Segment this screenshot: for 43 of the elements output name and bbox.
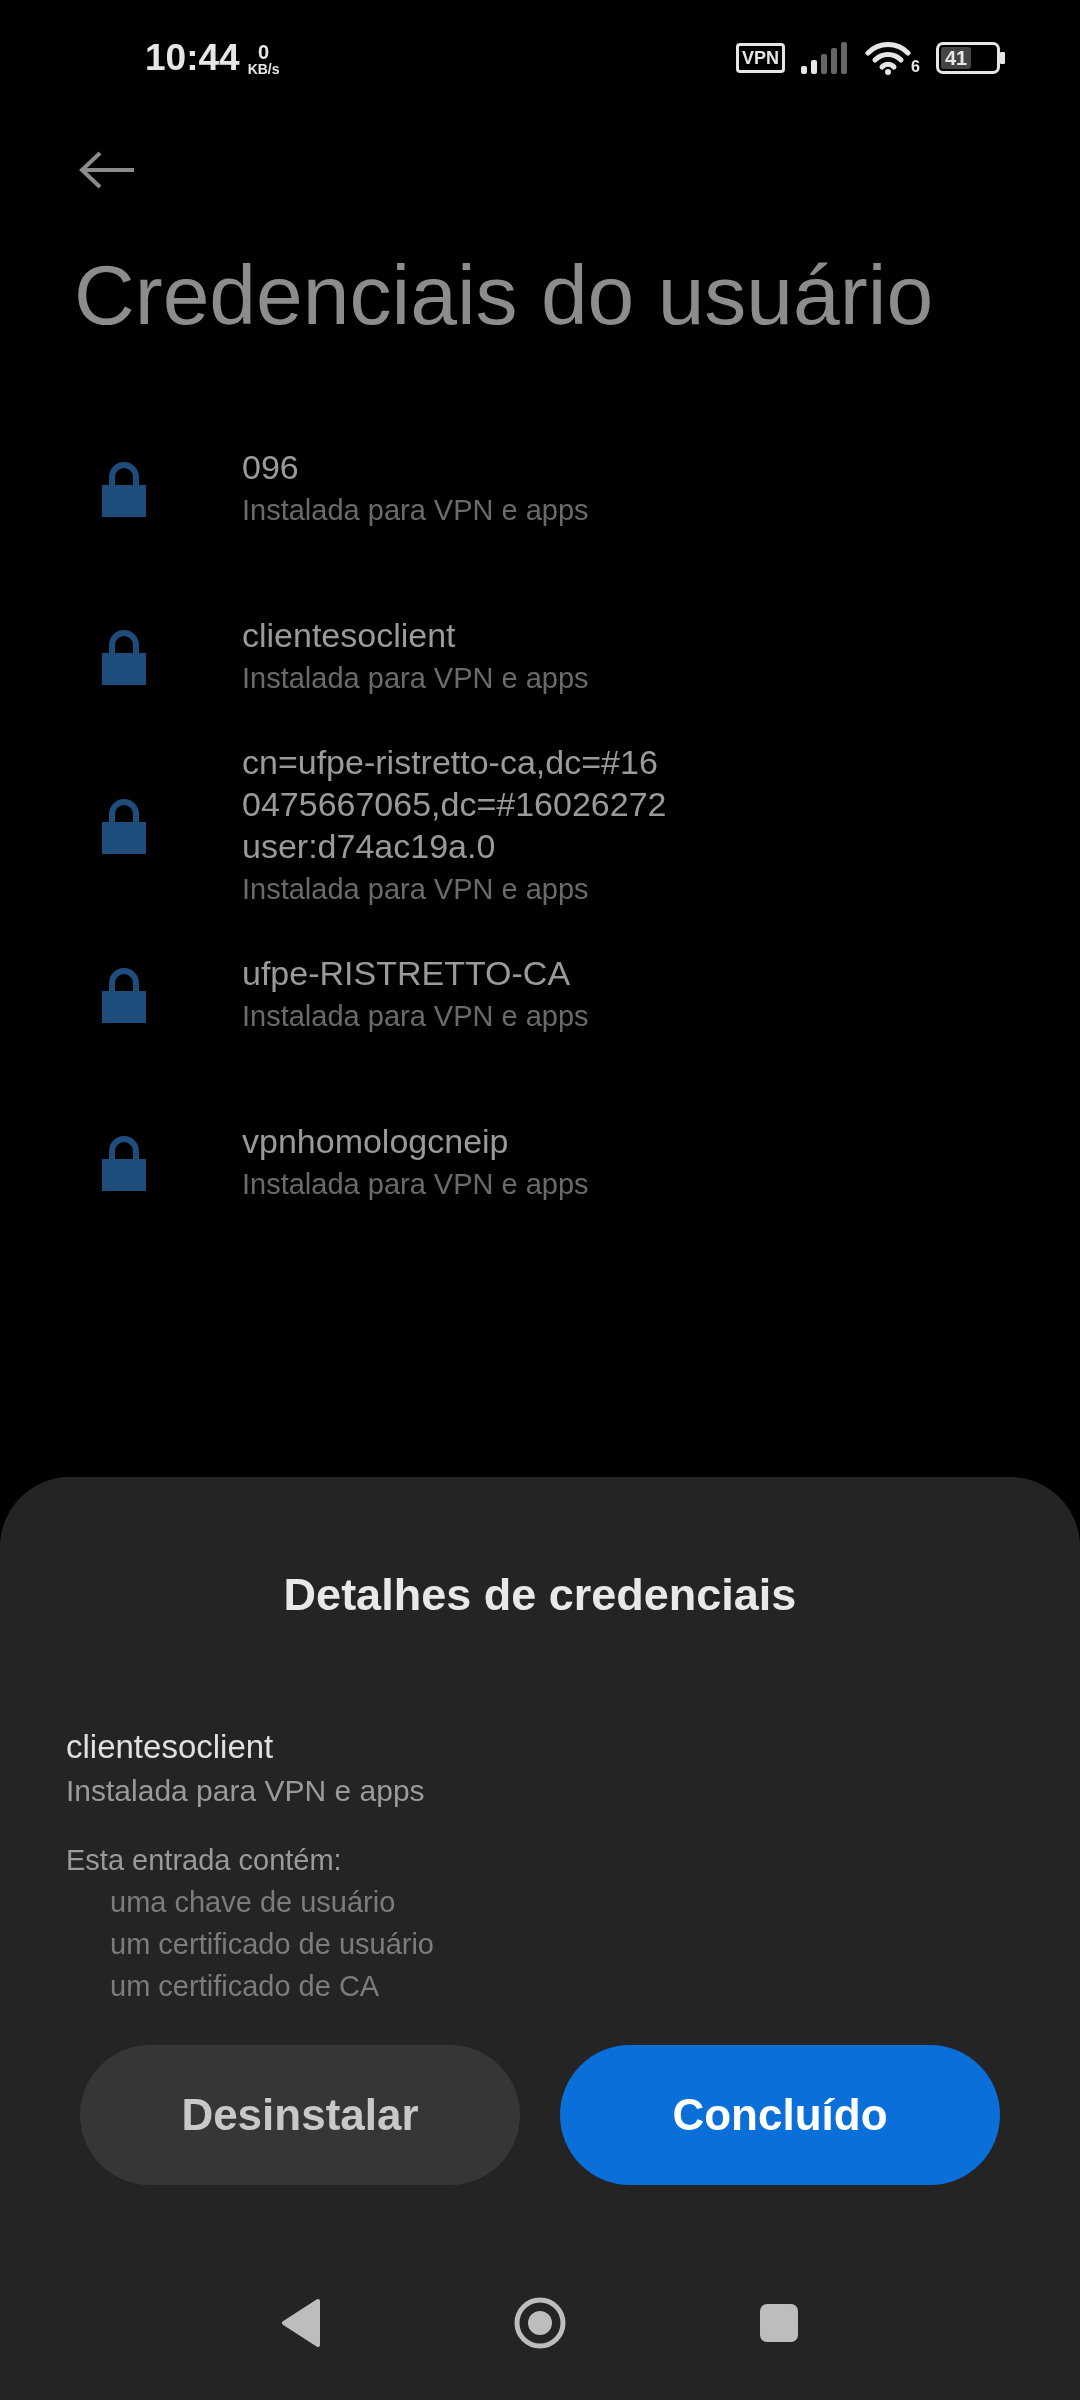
wifi-band-label: 6 bbox=[911, 58, 920, 75]
credential-name: 0475667065,dc=#16026272 bbox=[242, 784, 667, 825]
wifi-icon bbox=[865, 40, 912, 75]
credential-item[interactable]: clientesoclient Instalada para VPN e apps bbox=[0, 573, 1080, 741]
net-speed-unit: KB/s bbox=[247, 62, 280, 76]
vpn-badge: VPN bbox=[736, 42, 786, 73]
sheet-title: Detalhes de credenciais bbox=[282, 1568, 798, 1622]
lock-icon bbox=[100, 1135, 148, 1191]
credential-item[interactable]: cn=ufpe-ristretto-ca,dc=#16 0475667065,dc=#16026272 user:d74ac19a.0 Instalada para VPN e apps bbox=[0, 741, 1080, 911]
credential-item[interactable]: ufpe-RISTRETTO-CA Instalada para VPN e apps bbox=[0, 911, 1080, 1079]
lock-icon bbox=[100, 629, 148, 685]
uninstall-button[interactable]: Desinstalar bbox=[80, 2045, 520, 2185]
lock-icon bbox=[100, 798, 148, 854]
clock: 10:44 bbox=[145, 39, 240, 76]
credential-name: 096 bbox=[242, 447, 300, 488]
credential-name: user:d74ac19a.0 bbox=[242, 826, 497, 867]
back-nav-icon[interactable] bbox=[280, 2298, 322, 2347]
credential-item[interactable]: 096 Instalada para VPN e apps bbox=[0, 405, 1080, 573]
credential-subtitle: Instalada para VPN e apps bbox=[242, 872, 590, 907]
credential-name: clientesoclient bbox=[242, 615, 457, 656]
net-speed: 0 bbox=[258, 42, 270, 62]
credential-subtitle: Instalada para VPN e apps bbox=[66, 1773, 426, 1809]
credential-subtitle: Instalada para VPN e apps bbox=[242, 661, 589, 696]
credential-name: clientesoclient bbox=[66, 1727, 275, 1767]
credential-name: vpnhomologcneip bbox=[242, 1121, 510, 1162]
credential-subtitle: Instalada para VPN e apps bbox=[242, 999, 589, 1034]
credential-name: cn=ufpe-ristretto-ca,dc=#16 bbox=[242, 742, 659, 783]
credential-subtitle: Instalada para VPN e apps bbox=[242, 1167, 589, 1202]
battery-percent: 41 bbox=[941, 46, 971, 69]
contents-item: um certificado de usuário bbox=[109, 1927, 435, 1962]
contents-label: Esta entrada contém: bbox=[66, 1843, 343, 1878]
lock-icon bbox=[100, 461, 148, 517]
credential-name: ufpe-RISTRETTO-CA bbox=[242, 953, 572, 994]
done-button[interactable]: Concluído bbox=[560, 2045, 1000, 2185]
signal-icon bbox=[801, 41, 850, 74]
contents-item: um certificado de CA bbox=[109, 1969, 381, 2004]
recents-nav-icon[interactable] bbox=[758, 2301, 800, 2344]
credential-item[interactable]: vpnhomologcneip Instalada para VPN e apps bbox=[0, 1079, 1080, 1247]
credential-subtitle: Instalada para VPN e apps bbox=[242, 493, 589, 528]
contents-item: uma chave de usuário bbox=[109, 1885, 397, 1920]
page-title: Credenciais do usuário bbox=[73, 247, 935, 344]
home-nav-icon[interactable] bbox=[513, 2295, 567, 2350]
lock-icon bbox=[100, 967, 148, 1023]
